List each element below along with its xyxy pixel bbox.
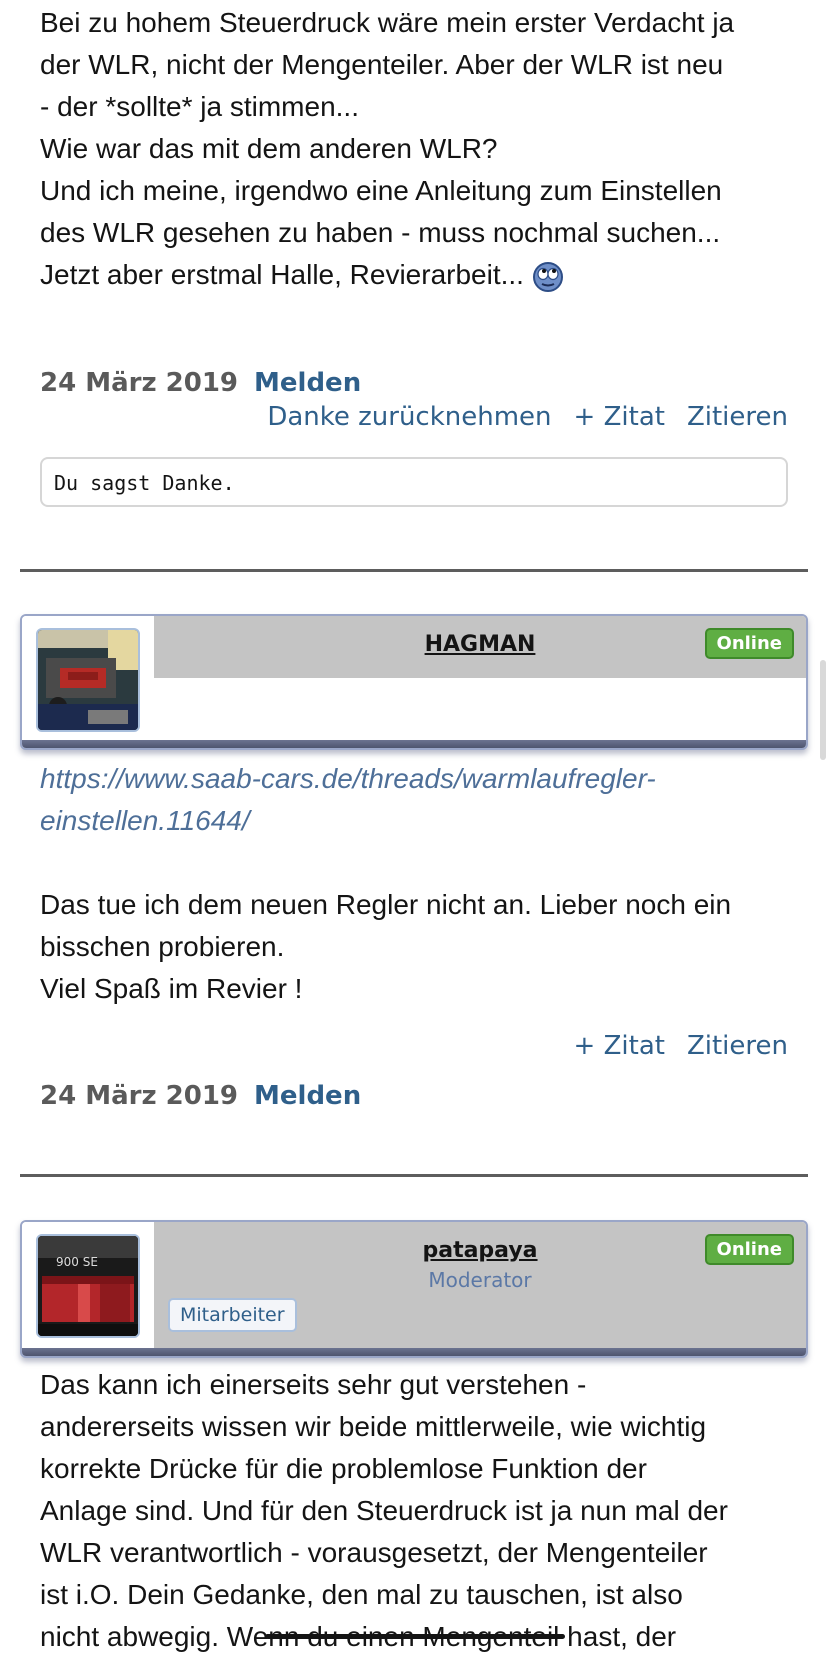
post-1-line-last: Jetzt aber erstmal Halle, Revierarbeit..…: [40, 254, 788, 296]
post-3-line: andererseits wissen wir beide mittlerwei…: [40, 1411, 707, 1442]
avatar[interactable]: 900 SE: [36, 1234, 140, 1338]
post-1-body: Bei zu hohem Steuerdruck wäre mein erste…: [40, 2, 788, 296]
user-header-band: HAGMAN Online: [154, 616, 806, 678]
post-2-report-link[interactable]: Melden: [254, 1081, 361, 1111]
user-card-hagman: HAGMAN Online: [20, 614, 808, 750]
thanks-note: Du sagst Danke.: [40, 457, 788, 507]
plus-quote-link[interactable]: + Zitat: [574, 1031, 665, 1061]
post-1-report-link[interactable]: Melden: [254, 368, 361, 398]
post-divider: [20, 1174, 808, 1177]
svg-text:900 SE: 900 SE: [56, 1255, 98, 1269]
post-1-line: des WLR gesehen zu haben - muss nochmal …: [40, 217, 721, 248]
avatar[interactable]: [36, 628, 140, 732]
avatar-frame: [22, 616, 154, 736]
card-bottom-bar: [22, 740, 806, 748]
post-2-line: Das tue ich dem neuen Regler nicht an. L…: [40, 889, 732, 920]
quote-link[interactable]: Zitieren: [687, 402, 788, 432]
engine-photo-icon: [38, 630, 138, 730]
post-3-line: Anlage sind. Und für den Steuerdruck ist…: [40, 1495, 728, 1526]
user-card-patapaya: 900 SE patapaya Moderator Mitarbeiter On…: [20, 1220, 808, 1358]
post-2-meta: 24 März 2019 Melden: [40, 1081, 361, 1111]
post-1-line-text: Jetzt aber erstmal Halle, Revierarbeit..…: [40, 259, 524, 290]
post-2-date: 24 März 2019: [40, 1081, 239, 1111]
post-3-line: WLR verantwortlich - vorausgesetzt, der …: [40, 1537, 708, 1568]
thread-link-line-2[interactable]: einstellen.11644/: [40, 805, 250, 836]
card-bottom-bar: [22, 1348, 806, 1356]
scrollbar-thumb[interactable]: [820, 660, 826, 760]
online-badge: Online: [704, 628, 794, 659]
post-divider: [20, 569, 808, 572]
post-1-line: Bei zu hohem Steuerdruck wäre mein erste…: [40, 7, 735, 38]
post-1-date: 24 März 2019: [40, 368, 239, 398]
staff-badge: Mitarbeiter: [168, 1298, 297, 1332]
post-2-line: Viel Spaß im Revier !: [40, 973, 303, 1004]
user-header-band: patapaya Moderator Mitarbeiter Online: [154, 1222, 806, 1348]
ink-strike-mark: [265, 1634, 565, 1639]
user-role: Moderator: [428, 1268, 532, 1292]
post-3-line: ist i.O. Dein Gedanke, den mal zu tausch…: [40, 1579, 683, 1610]
post-1-meta: 24 März 2019 Melden: [40, 368, 361, 398]
thread-link[interactable]: https://www.saab-cars.de/threads/warmlau…: [40, 758, 788, 800]
post-2-line: bisschen probieren.: [40, 931, 285, 962]
online-badge: Online: [704, 1234, 794, 1265]
post-1-line: Und ich meine, irgendwo eine Anleitung z…: [40, 175, 722, 206]
rolling-eyes-smiley-icon: [532, 261, 563, 292]
post-2-body: https://www.saab-cars.de/threads/warmlau…: [40, 758, 788, 1010]
post-1-line: - der *sollte* ja stimmen...: [40, 91, 359, 122]
post-3-line: Das kann ich einerseits sehr gut versteh…: [40, 1369, 587, 1400]
undo-thanks-link[interactable]: Danke zurücknehmen: [267, 402, 551, 432]
post-3-line: korrekte Drücke für die problemlose Funk…: [40, 1453, 647, 1484]
saab-taillight-photo-icon: 900 SE: [38, 1236, 138, 1336]
post-1-line: Wie war das mit dem anderen WLR?: [40, 133, 498, 164]
post-2-actions: + Zitat Zitieren: [574, 1031, 788, 1061]
post-3-body: Das kann ich einerseits sehr gut versteh…: [40, 1364, 788, 1658]
thread-link-line-1[interactable]: https://www.saab-cars.de/threads/warmlau…: [40, 763, 656, 794]
plus-quote-link[interactable]: + Zitat: [574, 402, 665, 432]
quote-link[interactable]: Zitieren: [687, 1031, 788, 1061]
post-1-line: der WLR, nicht der Mengenteiler. Aber de…: [40, 49, 724, 80]
post-1-actions: Danke zurücknehmen + Zitat Zitieren: [267, 402, 788, 432]
avatar-frame: 900 SE: [22, 1222, 154, 1348]
